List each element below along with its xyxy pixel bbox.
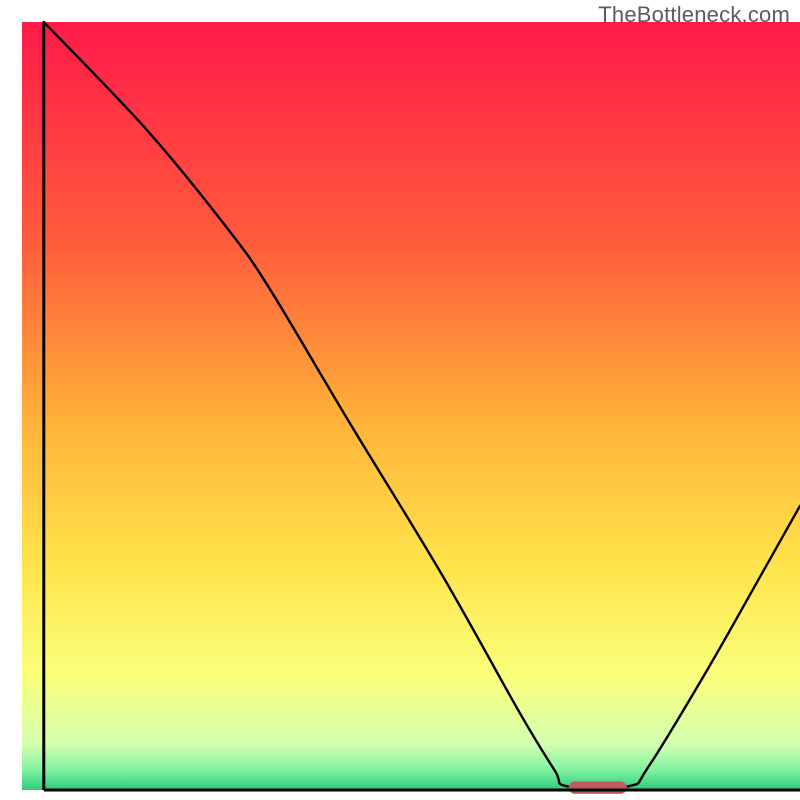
optimal-zone-marker (569, 782, 627, 794)
watermark-text: TheBottleneck.com (598, 2, 790, 28)
gradient-background (22, 22, 800, 790)
bottleneck-chart (0, 0, 800, 800)
chart-container: TheBottleneck.com (0, 0, 800, 800)
